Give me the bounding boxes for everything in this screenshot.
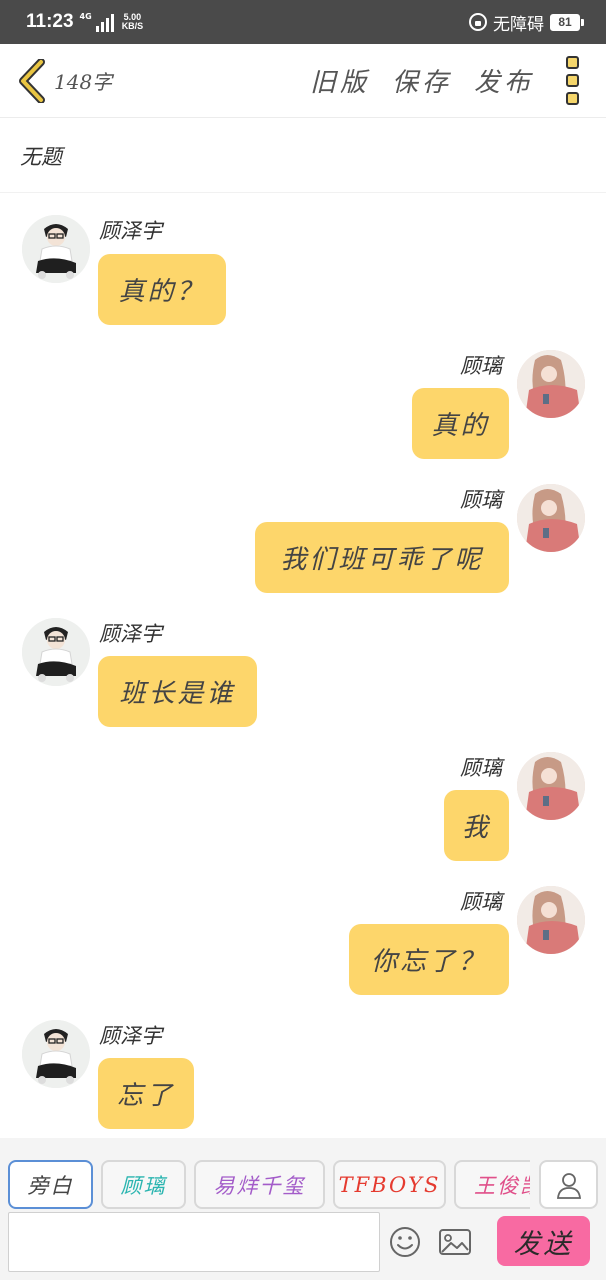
- speaker-avatar[interactable]: [517, 886, 585, 954]
- signal-icon: 4G: [80, 12, 114, 32]
- message-bubble[interactable]: 我们班可乖了呢: [255, 522, 509, 593]
- save-button[interactable]: 保存: [392, 62, 452, 99]
- speaker-name: 顾璃: [460, 756, 502, 780]
- publish-button[interactable]: 发布: [474, 62, 534, 99]
- speaker-name: 顾泽宇: [99, 1024, 162, 1048]
- role-chip-guli[interactable]: 顾璃: [101, 1160, 186, 1209]
- role-chip-narrator[interactable]: 旁白: [8, 1160, 93, 1209]
- status-right: 无障碍 81: [469, 10, 584, 35]
- speaker-avatar[interactable]: [517, 350, 585, 418]
- old-version-button[interactable]: 旧版: [310, 62, 370, 99]
- boy-avatar-icon: [22, 1020, 90, 1088]
- accessibility-lock-icon: [469, 13, 487, 31]
- girl-avatar-icon: [517, 350, 585, 418]
- composer-area: 旁白 顾璃 易烊千玺 TFBOYS 王俊凯 发送: [0, 1138, 606, 1280]
- speaker-name: 顾璃: [460, 354, 502, 378]
- speaker-avatar[interactable]: [22, 215, 90, 283]
- girl-avatar-icon: [517, 484, 585, 552]
- message-bubble[interactable]: 我: [444, 790, 509, 861]
- message-bubble[interactable]: 你忘了？: [349, 924, 509, 995]
- menu-dot-icon: [565, 56, 579, 69]
- emoji-button[interactable]: [388, 1225, 422, 1259]
- speaker-name: 顾璃: [460, 488, 502, 512]
- status-bar: 11:23 4G 5.00 KB/S 无障碍 81: [0, 0, 606, 44]
- accessibility-label: 无障碍: [493, 14, 544, 35]
- battery-level: 81: [550, 13, 580, 31]
- person-icon: [556, 1172, 581, 1199]
- girl-avatar-icon: [517, 752, 585, 820]
- network-speed: 5.00 KB/S: [122, 13, 144, 31]
- speaker-avatar[interactable]: [517, 484, 585, 552]
- network-type-label: 4G: [79, 12, 92, 21]
- message-bubble[interactable]: 班长是谁: [98, 656, 257, 727]
- message-bubble[interactable]: 真的: [412, 388, 509, 459]
- message-bubble[interactable]: 忘了: [98, 1058, 194, 1129]
- back-button[interactable]: [2, 44, 62, 118]
- title-row[interactable]: 无题: [0, 119, 606, 193]
- boy-avatar-icon: [22, 215, 90, 283]
- menu-dot-icon: [565, 92, 579, 105]
- toolbar-actions: 旧版 保存 发布: [310, 62, 534, 99]
- image-button[interactable]: [437, 1226, 473, 1258]
- role-chip-yiyangqianxi[interactable]: 易烊千玺: [194, 1160, 325, 1209]
- add-role-button[interactable]: [539, 1160, 598, 1209]
- network-speed-unit: KB/S: [121, 21, 144, 31]
- girl-avatar-icon: [517, 886, 585, 954]
- speaker-avatar[interactable]: [517, 752, 585, 820]
- word-count: 148字: [54, 70, 113, 94]
- top-toolbar: 148字 旧版 保存 发布: [0, 44, 606, 118]
- speaker-avatar[interactable]: [22, 1020, 90, 1088]
- status-time: 11:23: [26, 11, 74, 32]
- speaker-name: 顾泽宇: [99, 622, 162, 646]
- more-menu-button[interactable]: [554, 44, 590, 118]
- speaker-avatar[interactable]: [22, 618, 90, 686]
- send-button[interactable]: 发送: [497, 1216, 590, 1266]
- boy-avatar-icon: [22, 618, 90, 686]
- image-icon: [439, 1229, 471, 1255]
- message-bubble[interactable]: 真的？: [98, 254, 226, 325]
- message-input[interactable]: [8, 1212, 380, 1272]
- role-chip-tfboys[interactable]: TFBOYS: [333, 1160, 446, 1209]
- chat-story-editor: 11:23 4G 5.00 KB/S 无障碍 81 148字 旧版 保存 发布 …: [0, 0, 606, 1280]
- menu-dot-icon: [565, 74, 579, 87]
- speaker-name: 顾璃: [460, 890, 502, 914]
- chevron-left-icon: [19, 58, 45, 103]
- smiley-icon: [390, 1227, 420, 1257]
- battery-icon: 81: [550, 13, 584, 31]
- document-title[interactable]: 无题: [20, 141, 62, 171]
- speaker-name: 顾泽宇: [99, 219, 162, 243]
